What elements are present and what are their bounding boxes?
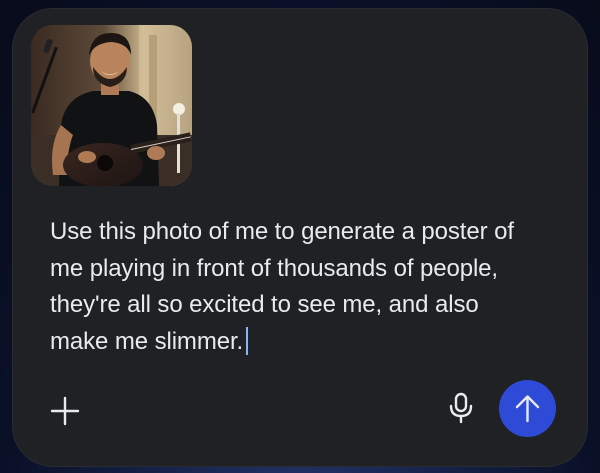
voice-input-button[interactable] — [447, 392, 475, 424]
send-button[interactable] — [499, 380, 556, 437]
prompt-composer: Use this photo of me to generate a poste… — [13, 9, 587, 466]
prompt-input[interactable]: Use this photo of me to generate a poste… — [50, 214, 540, 360]
plus-icon — [50, 396, 80, 426]
prompt-text: Use this photo of me to generate a poste… — [50, 218, 514, 355]
microphone-icon — [449, 392, 473, 424]
attached-photo-thumbnail[interactable] — [31, 25, 192, 186]
add-attachment-button[interactable] — [47, 393, 83, 429]
photo-image — [31, 25, 192, 186]
text-caret — [246, 326, 249, 355]
arrow-up-icon — [515, 395, 540, 423]
